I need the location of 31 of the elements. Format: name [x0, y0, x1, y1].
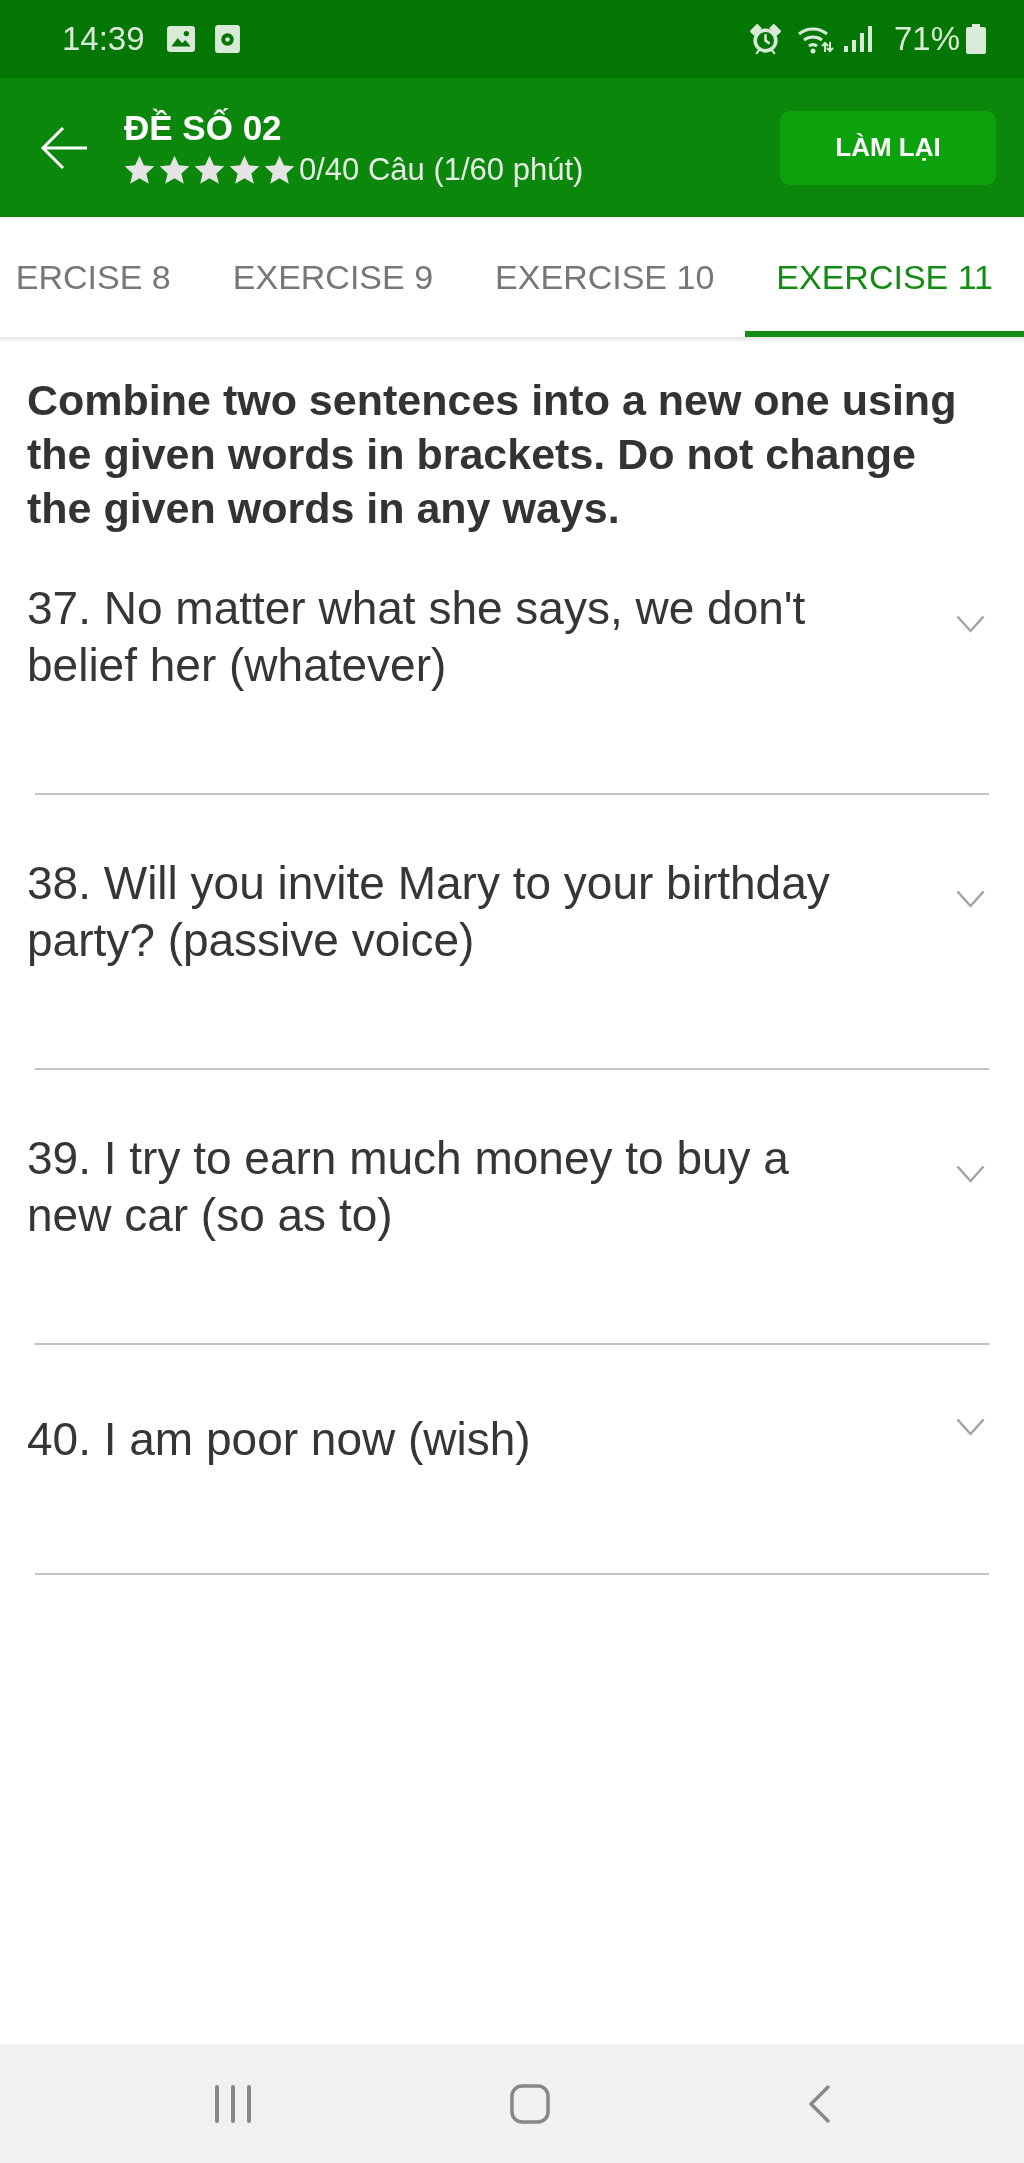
battery-icon — [966, 24, 986, 54]
chevron-down-icon[interactable] — [956, 1165, 985, 1183]
star-icon — [159, 154, 190, 185]
exercise-tab[interactable]: EXERCISE 11 — [745, 217, 1024, 337]
star-icon — [124, 154, 155, 185]
chevron-down-icon[interactable] — [956, 1417, 985, 1436]
recent-apps-icon[interactable] — [214, 2084, 252, 2123]
progress-text: 0/40 Câu (1/60 phút) — [299, 150, 584, 189]
image-icon — [166, 26, 195, 52]
clock-time: 14:39 — [62, 19, 145, 59]
star-icon — [264, 154, 295, 185]
battery-percent: 71% — [893, 19, 960, 59]
question-text: 40. I am poor now (wish) — [27, 1412, 532, 1467]
question-text: 39. I try to earn much money to buy a new car (so as to) — [27, 1131, 790, 1243]
exercise-tab[interactable]: ERCISE 8 — [9, 217, 202, 337]
chevron-down-icon[interactable] — [956, 890, 985, 908]
star-icon — [194, 154, 225, 185]
home-icon[interactable] — [510, 2083, 550, 2124]
quiz-title: ĐỀ SỐ 02 — [124, 106, 283, 149]
record-icon — [214, 25, 240, 53]
exercise-tab[interactable]: EXERCISE 9 — [201, 217, 465, 337]
question-text: 37. No matter what she says, we don't belief her (whatever) — [27, 581, 807, 693]
exercise-tab[interactable]: EXERCISE 10 — [464, 217, 746, 337]
retry-button[interactable]: LÀM LẠI — [780, 110, 996, 185]
instruction-text: Combine two sentences into a new one using the given words in brackets. Do not change the given words in any ways. — [27, 375, 958, 534]
back-icon[interactable] — [808, 2084, 830, 2123]
question-text: 38. Will you invite Mary to your birthday party? (passive voice) — [27, 856, 831, 968]
alarm-icon — [749, 23, 781, 55]
chevron-down-icon[interactable] — [956, 615, 985, 633]
signal-icon — [843, 25, 872, 53]
star-icon — [229, 154, 260, 185]
